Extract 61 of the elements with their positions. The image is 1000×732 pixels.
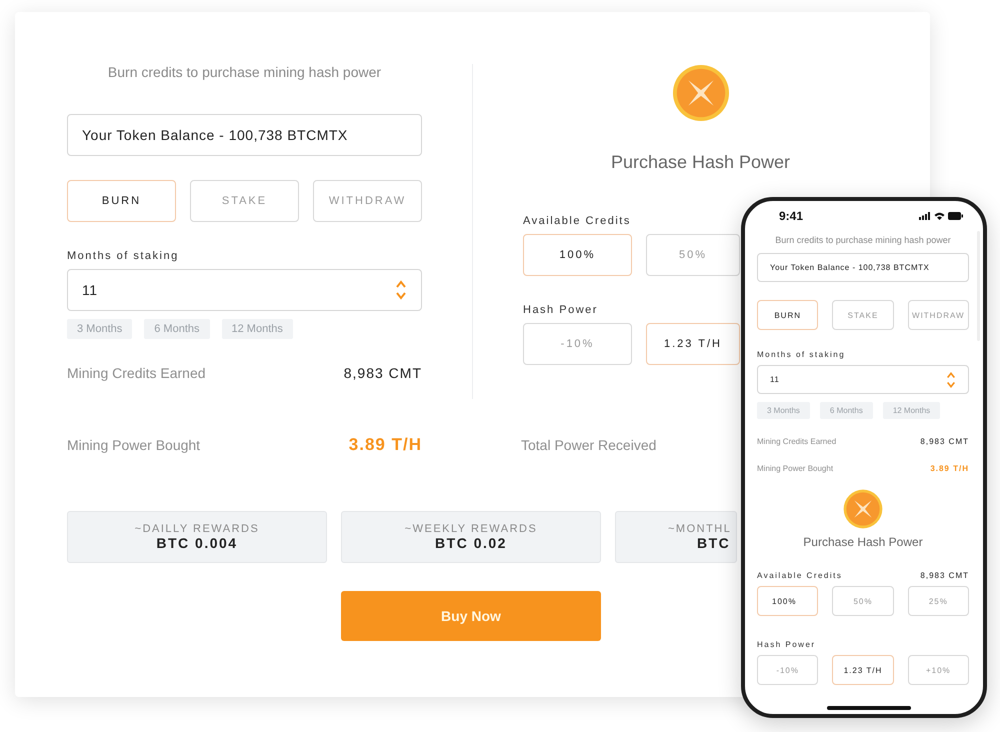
reward-label: ~DAILLY REWARDS [134,523,260,535]
signal-icon [919,212,931,220]
balance-field[interactable]: Your Token Balance - 100,738 BTCMTX [757,253,969,282]
field-label: Available Credits [757,571,842,580]
reward-value: BTC 0.004 [156,535,238,551]
mode-tab[interactable]: STAKE [190,180,299,222]
reward-label: ~WEEKLY REWARDS [404,523,538,535]
hash-option[interactable]: 1.23 T/H [832,655,894,685]
mode-tab[interactable]: WITHDRAW [908,300,969,330]
stat-value: 3.89 T/H [930,464,969,473]
stat-label: Total Power Received [521,437,656,453]
percent-option[interactable]: 25% [908,586,969,616]
mode-tab[interactable]: WITHDRAW [313,180,422,222]
balance-field[interactable]: Your Token Balance - 100,738 BTCMTX [67,114,422,156]
hash-option[interactable]: -10% [757,655,818,685]
months-field[interactable]: 11 [67,269,422,311]
field-label: Months of staking [67,250,179,262]
mode-tab[interactable]: STAKE [832,300,894,330]
percent-option[interactable]: 100% [757,586,818,616]
preset-chip[interactable]: 12 Months [882,402,940,419]
status-time: 9:41 [779,209,804,223]
preset-chip[interactable]: 12 Months [222,319,293,339]
stat-label: Mining Power Bought [757,464,834,473]
hash-option[interactable]: 1.23 T/H [646,323,740,365]
hash-option[interactable]: +10% [908,655,969,685]
stat-label: Mining Power Bought [67,437,200,453]
percent-option[interactable]: 100% [523,234,632,276]
preset-chip[interactable]: 3 Months [67,319,132,339]
preset-chip[interactable]: 6 Months [144,319,210,339]
coin-logo-icon [843,489,883,529]
field-label: Available Credits [523,215,631,227]
subtitle: Burn credits to purchase mining hash power [774,235,952,245]
coin-logo-icon [672,64,730,122]
field-label: Hash Power [757,640,816,649]
subtitle: Burn credits to purchase mining hash power [106,64,382,80]
percent-option[interactable]: 50% [646,234,740,276]
field-label: Hash Power [523,304,598,316]
stat-value: 8,983 CMT [920,571,969,580]
stat-label: Mining Credits Earned [67,365,206,381]
preset-chip[interactable]: 3 Months [757,402,810,419]
reward-value: BTC [697,535,730,551]
wifi-icon [934,212,945,220]
stepper-icon[interactable] [395,278,407,302]
section-title: Purchase Hash Power [610,152,792,173]
mode-tab[interactable]: BURN [757,300,818,330]
buy-now-button[interactable]: Buy Now [341,591,601,641]
section-title: Purchase Hash Power [802,535,924,549]
preset-chip[interactable]: 6 Months [820,402,873,419]
stat-value: 8,983 CMT [344,365,422,381]
reward-label: ~MONTHL [668,523,732,535]
battery-icon [948,212,963,220]
stat-value: 8,983 CMT [920,437,969,446]
field-label: Months of staking [757,350,846,359]
reward-value: BTC 0.02 [435,535,507,551]
mode-tab[interactable]: BURN [67,180,176,222]
months-field[interactable]: 11 [757,365,969,394]
percent-option[interactable]: 50% [832,586,894,616]
stat-value: 3.89 T/H [348,435,422,455]
stat-label: Mining Credits Earned [757,437,836,446]
hash-option[interactable]: -10% [523,323,632,365]
stepper-icon[interactable] [946,370,956,390]
